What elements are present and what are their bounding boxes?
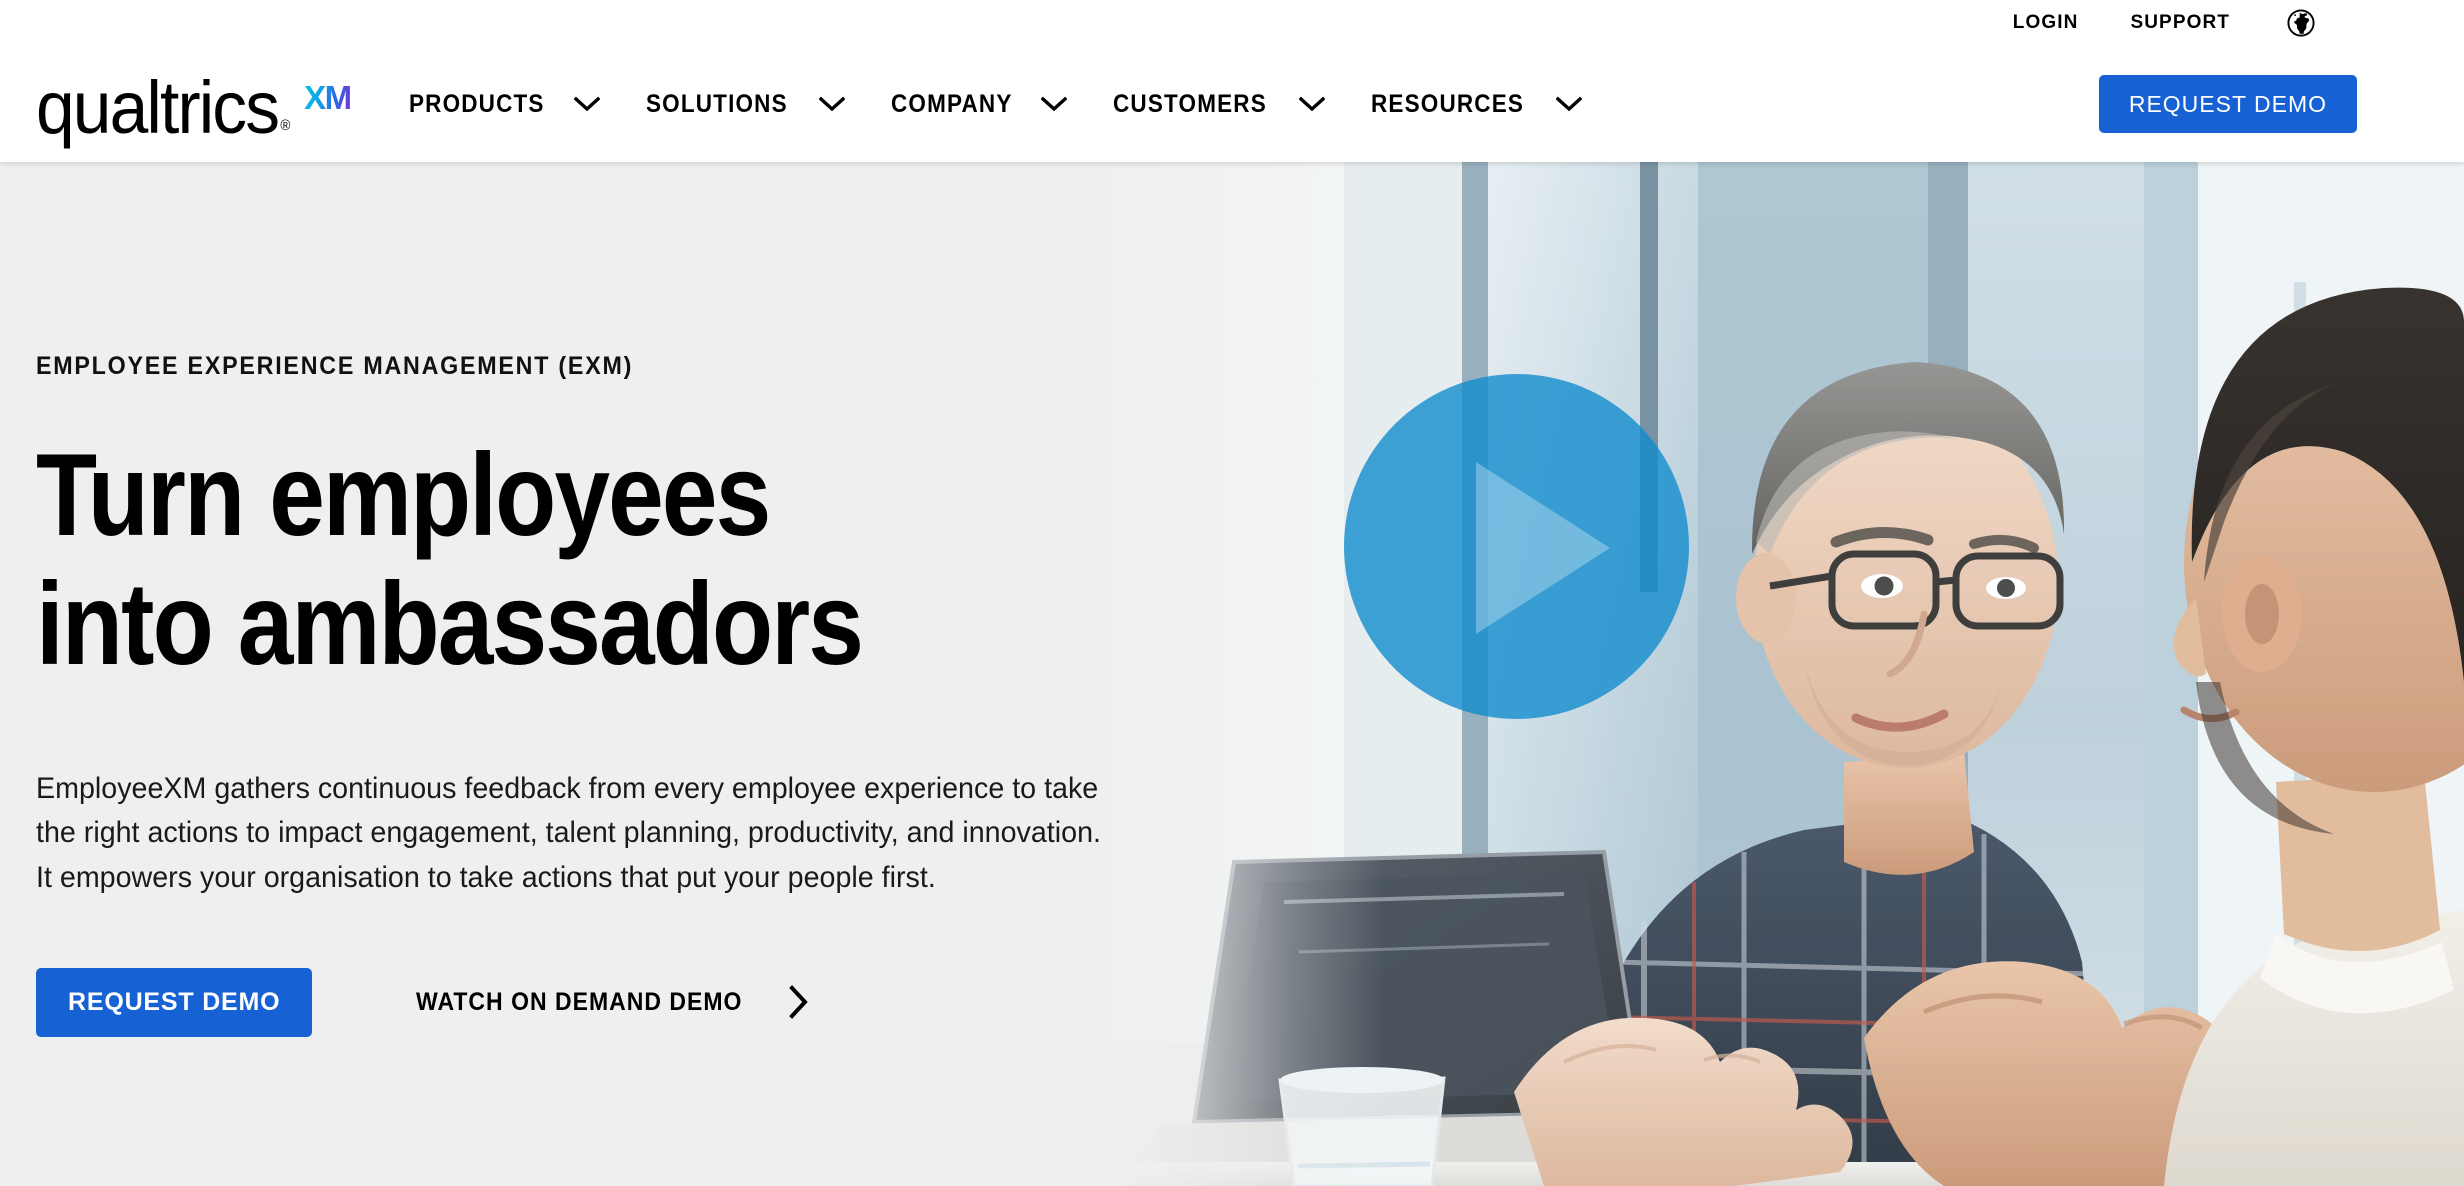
- header-request-demo-button[interactable]: REQUEST DEMO: [2098, 75, 2357, 133]
- logo-xm-suffix: XM: [304, 79, 352, 117]
- chevron-down-icon: [1298, 96, 1325, 112]
- chevron-right-icon: [789, 985, 809, 1020]
- play-video-button[interactable]: [1344, 374, 1689, 719]
- headline-line-2: into ambassadors: [36, 557, 864, 689]
- page-root: LOGIN SUPPORT qualtrics ® XM PRODUCTS SO…: [0, 0, 2464, 1186]
- support-link[interactable]: SUPPORT: [2130, 12, 2230, 34]
- main-navigation: PRODUCTS SOLUTIONS COMPANY CUSTOMERS RES…: [409, 46, 1628, 162]
- watch-demo-label: WATCH ON DEMAND DEMO: [416, 987, 743, 1016]
- hero-request-demo-button[interactable]: REQUEST DEMO: [36, 967, 313, 1037]
- nav-label: SOLUTIONS: [646, 89, 789, 118]
- chevron-down-icon: [1555, 96, 1582, 112]
- registered-mark: ®: [279, 117, 290, 134]
- chevron-down-icon: [574, 96, 601, 112]
- language-selector[interactable]: [2286, 8, 2316, 38]
- watch-on-demand-demo-link[interactable]: WATCH ON DEMAND DEMO: [416, 985, 809, 1020]
- nav-item-solutions[interactable]: SOLUTIONS: [646, 46, 845, 162]
- site-header: qualtrics ® XM PRODUCTS SOLUTIONS COMPAN…: [0, 46, 2464, 162]
- hero-cta-row: REQUEST DEMO WATCH ON DEMAND DEMO: [36, 967, 1196, 1037]
- globe-icon: [2287, 9, 2315, 37]
- hero-eyebrow: EMPLOYEE EXPERIENCE MANAGEMENT (EXM): [36, 352, 634, 380]
- hero-section: EMPLOYEE EXPERIENCE MANAGEMENT (EXM) Tur…: [0, 162, 2464, 1186]
- nav-item-resources[interactable]: RESOURCES: [1371, 46, 1582, 162]
- hero-description: EmployeeXM gathers continuous feedback f…: [36, 771, 1101, 894]
- nav-label: RESOURCES: [1370, 89, 1524, 118]
- nav-label: CUSTOMERS: [1112, 89, 1267, 118]
- nav-item-company[interactable]: COMPANY: [891, 46, 1067, 162]
- nav-label: COMPANY: [890, 89, 1013, 118]
- logo-wordmark: qualtrics ®: [36, 66, 290, 150]
- chevron-down-icon: [818, 96, 845, 112]
- hero-content: EMPLOYEE EXPERIENCE MANAGEMENT (EXM) Tur…: [36, 162, 1196, 1037]
- nav-label: PRODUCTS: [408, 89, 545, 118]
- nav-item-customers[interactable]: CUSTOMERS: [1113, 46, 1325, 162]
- headline-line-1: Turn employees: [36, 429, 771, 560]
- qualtrics-logo[interactable]: qualtrics ® XM: [36, 71, 353, 145]
- nav-item-products[interactable]: PRODUCTS: [409, 46, 601, 162]
- utility-bar: LOGIN SUPPORT: [0, 0, 2464, 46]
- page-title: Turn employees into ambassadors: [36, 429, 1028, 689]
- hero-image: [1044, 162, 2464, 1186]
- chevron-down-icon: [1040, 96, 1067, 112]
- login-link[interactable]: LOGIN: [2013, 12, 2079, 34]
- play-icon: [1476, 462, 1610, 634]
